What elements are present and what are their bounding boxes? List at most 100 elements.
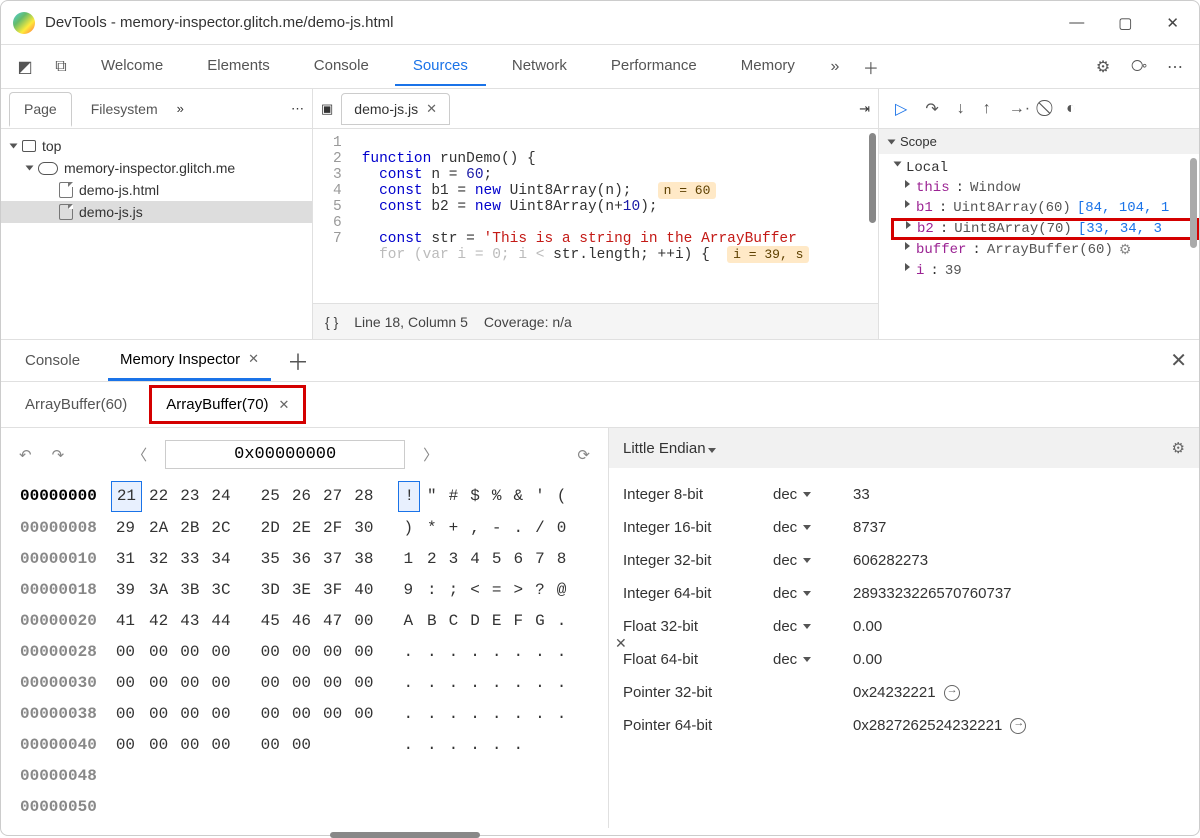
ascii-byte[interactable]: 1 [398, 545, 420, 574]
sidebar-tab-page[interactable]: Page [9, 92, 72, 127]
hex-byte[interactable]: 33 [175, 545, 204, 574]
ascii-byte[interactable]: . [530, 700, 550, 729]
hex-byte[interactable]: 27 [318, 481, 347, 512]
tab-network[interactable]: Network [494, 47, 585, 86]
mi-tab[interactable]: ArrayBuffer(60) [11, 388, 141, 421]
add-drawer-tab-icon[interactable]: ＋ [287, 345, 309, 377]
scope-var-b1[interactable]: b1: Uint8Array(60) [84, 104, 1 [891, 198, 1199, 218]
inspect-icon[interactable]: ◩ [11, 53, 39, 81]
close-icon[interactable]: ✕ [426, 101, 437, 117]
ascii-byte[interactable]: . [444, 638, 464, 667]
ascii-byte[interactable]: C [444, 607, 464, 636]
ascii-byte[interactable]: / [530, 514, 550, 543]
ascii-byte[interactable]: . [398, 638, 420, 667]
drawer-tab-console[interactable]: Console [13, 342, 92, 379]
hex-byte[interactable]: 3A [144, 576, 173, 605]
resume-icon[interactable]: ▷ [895, 99, 907, 119]
hex-byte[interactable]: 00 [287, 731, 316, 760]
ascii-byte[interactable]: 7 [530, 545, 550, 574]
hex-byte[interactable]: 00 [349, 638, 378, 667]
hex-byte[interactable]: 37 [318, 545, 347, 574]
ascii-byte[interactable]: . [508, 669, 528, 698]
encoding-selector[interactable]: dec [773, 618, 853, 635]
tab-performance[interactable]: Performance [593, 47, 715, 86]
ascii-byte[interactable]: + [444, 514, 464, 543]
hex-byte[interactable]: 30 [349, 514, 378, 543]
sidebar-tab-filesystem[interactable]: Filesystem [76, 92, 173, 126]
ascii-byte[interactable] [465, 793, 485, 822]
hex-byte[interactable]: 44 [206, 607, 235, 636]
tree-origin[interactable]: memory-inspector.glitch.me [1, 157, 312, 179]
ascii-byte[interactable]: . [465, 731, 485, 760]
hex-byte[interactable] [206, 762, 235, 791]
ascii-byte[interactable]: ( [552, 481, 572, 512]
add-tab-icon[interactable]: ＋ [857, 53, 885, 81]
value-settings-icon[interactable]: ⚙ [1172, 439, 1185, 457]
show-navigator-icon[interactable]: ⇥ [859, 101, 870, 117]
ascii-byte[interactable]: . [422, 638, 442, 667]
hex-byte[interactable]: 3F [318, 576, 347, 605]
ascii-byte[interactable]: 9 [398, 576, 420, 605]
hex-byte[interactable]: 42 [144, 607, 173, 636]
ascii-byte[interactable] [398, 762, 420, 791]
ascii-byte[interactable]: . [444, 669, 464, 698]
hex-byte[interactable]: 2C [206, 514, 235, 543]
hex-byte[interactable]: 35 [256, 545, 285, 574]
goto-address-icon[interactable] [1010, 718, 1026, 734]
hex-byte[interactable]: 00 [206, 731, 235, 760]
ascii-byte[interactable]: . [552, 700, 572, 729]
hex-byte[interactable]: 29 [111, 514, 142, 543]
encoding-selector[interactable]: dec [773, 486, 853, 503]
hex-byte[interactable]: 3B [175, 576, 204, 605]
hex-byte[interactable]: 2A [144, 514, 173, 543]
hex-byte[interactable]: 41 [111, 607, 142, 636]
pause-exc-icon[interactable]: ◐ [1066, 100, 1076, 118]
tab-elements[interactable]: Elements [189, 47, 288, 86]
tree-file-js[interactable]: demo-js.js [1, 201, 312, 223]
ascii-byte[interactable] [552, 793, 572, 822]
scope-local[interactable]: Local [891, 158, 1199, 178]
ascii-byte[interactable]: 5 [487, 545, 507, 574]
hex-byte[interactable]: 38 [349, 545, 378, 574]
ascii-byte[interactable]: E [487, 607, 507, 636]
hex-byte[interactable]: 00 [175, 638, 204, 667]
ascii-byte[interactable]: . [444, 731, 464, 760]
ascii-byte[interactable]: > [508, 576, 528, 605]
ascii-byte[interactable]: . [422, 669, 442, 698]
ascii-byte[interactable] [552, 762, 572, 791]
hex-byte[interactable]: 2E [287, 514, 316, 543]
hex-byte[interactable] [175, 762, 204, 791]
ascii-byte[interactable]: . [444, 700, 464, 729]
ascii-byte[interactable]: . [487, 669, 507, 698]
step-over-icon[interactable]: ↷ [925, 99, 938, 119]
ascii-byte[interactable]: . [508, 638, 528, 667]
hex-byte[interactable]: 36 [287, 545, 316, 574]
ascii-byte[interactable]: 8 [552, 545, 572, 574]
hex-grid[interactable]: 000000002122232425262728!"#$%&'(00000008… [13, 479, 573, 824]
ascii-byte[interactable]: : [422, 576, 442, 605]
encoding-selector[interactable]: dec [773, 651, 853, 668]
hex-byte[interactable]: 00 [256, 731, 285, 760]
goto-address-icon[interactable] [944, 685, 960, 701]
tab-sources[interactable]: Sources [395, 47, 486, 86]
close-icon[interactable]: ✕ [279, 397, 290, 413]
hex-byte[interactable]: 39 [111, 576, 142, 605]
hex-byte[interactable]: 00 [111, 700, 142, 729]
hex-byte[interactable]: 00 [175, 700, 204, 729]
prev-address-icon[interactable]: 〈 [126, 444, 153, 465]
hex-byte[interactable]: 00 [144, 638, 173, 667]
ascii-byte[interactable] [530, 731, 550, 760]
hex-byte[interactable]: 00 [349, 700, 378, 729]
ascii-byte[interactable]: 6 [508, 545, 528, 574]
ascii-byte[interactable]: 4 [465, 545, 485, 574]
ascii-byte[interactable]: . [530, 638, 550, 667]
ascii-byte[interactable]: ! [398, 481, 420, 512]
ascii-byte[interactable]: ; [444, 576, 464, 605]
ascii-byte[interactable] [487, 762, 507, 791]
hex-byte[interactable]: 21 [111, 481, 142, 512]
hex-byte[interactable]: 32 [144, 545, 173, 574]
hex-byte[interactable]: 00 [144, 700, 173, 729]
hex-byte[interactable]: 00 [287, 638, 316, 667]
hex-byte[interactable]: 40 [349, 576, 378, 605]
hex-byte[interactable]: 2D [256, 514, 285, 543]
